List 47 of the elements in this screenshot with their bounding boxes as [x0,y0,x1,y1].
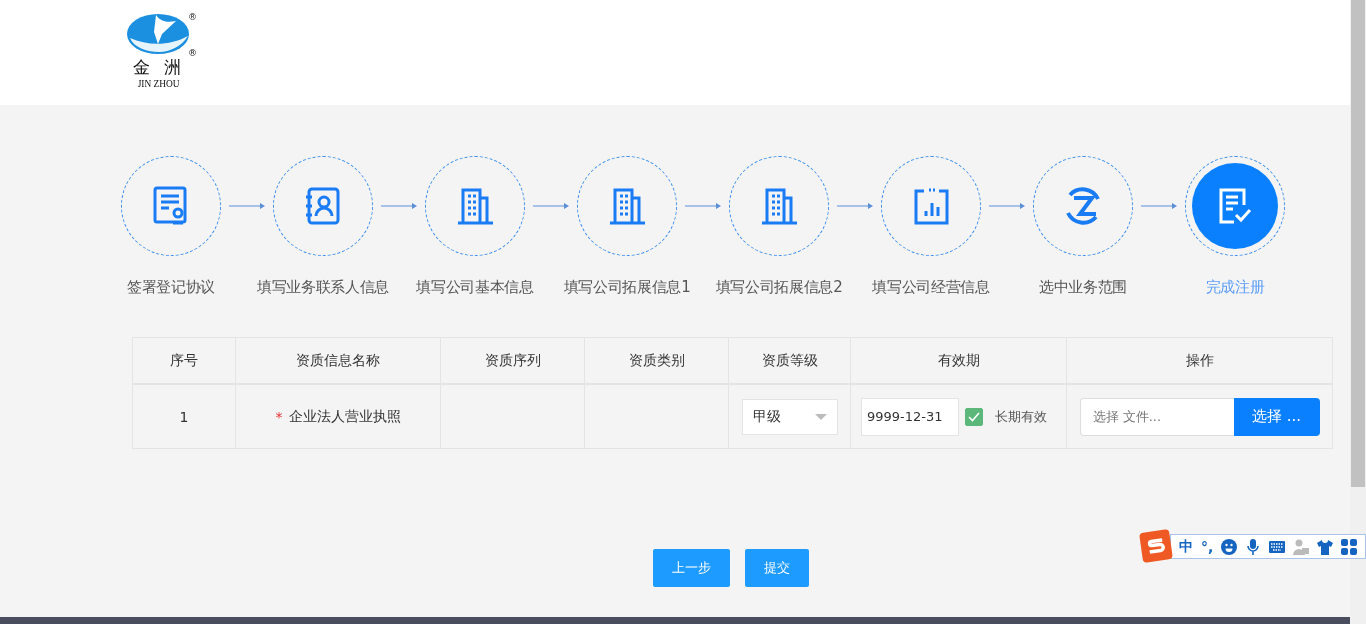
qualification-name: 企业法人营业执照 [288,407,401,426]
column-header: 资质等级 [729,338,851,385]
date-field[interactable]: 9999-12-31 [861,397,959,436]
step-label: 填写公司经营信息 [871,278,991,297]
step-label: 完成注册 [1204,278,1266,297]
smiley-icon[interactable] [1221,538,1238,555]
previous-button[interactable]: 上一步 [653,549,730,587]
arrow-icon [1141,203,1177,209]
arrow-icon [229,203,265,209]
step-label: 填写业务联系人信息 [255,278,391,297]
shirt-icon[interactable] [1317,538,1334,555]
arrow-icon [989,203,1025,209]
step-label: 选中业务范围 [1037,278,1129,297]
column-header: 有效期 [851,338,1067,385]
arrow-icon [685,203,721,209]
required-mark: * [275,408,283,425]
arrow-icon [837,203,873,209]
long-term-checkbox[interactable] [965,407,983,426]
table-cell: 1 [133,385,236,449]
ime-mode-toggle[interactable]: 中 [1179,537,1193,556]
column-header: 操作 [1067,338,1333,385]
microphone-icon[interactable] [1245,538,1262,555]
column-header: 序号 [133,338,236,385]
registered-mark: ® [188,48,197,58]
ime-mode-toggle[interactable]: °, [1201,538,1214,555]
registered-mark: ® [188,12,197,22]
long-term-label: 长期有效 [995,407,1047,426]
step-label: 填写公司拓展信息1 [562,278,692,297]
column-header: 资质序列 [441,338,585,385]
caret-icon [814,413,827,420]
file-field[interactable]: 选择 文件... [1079,397,1234,436]
arrow-icon [381,203,417,209]
ime-logo[interactable] [1139,529,1173,563]
logo-text: 金 洲 [133,57,185,77]
submit-button[interactable]: 提交 [745,549,809,587]
step-label: 签署登记协议 [125,278,217,297]
level-select[interactable]: 甲级 [741,398,838,435]
step-label: 填写公司基本信息 [415,278,535,297]
browse-button[interactable]: 选择 ... [1233,397,1320,436]
scrollbar[interactable] [1350,0,1366,624]
apps-icon[interactable] [1341,538,1358,555]
keyboard-icon[interactable] [1269,538,1286,555]
step-label: 填写公司拓展信息2 [714,278,844,297]
arrow-icon [533,203,569,209]
logo-latin-text: JIN ZHOU [138,77,180,90]
column-header: 资质类别 [585,338,729,385]
column-header: 资质信息名称 [236,338,441,385]
